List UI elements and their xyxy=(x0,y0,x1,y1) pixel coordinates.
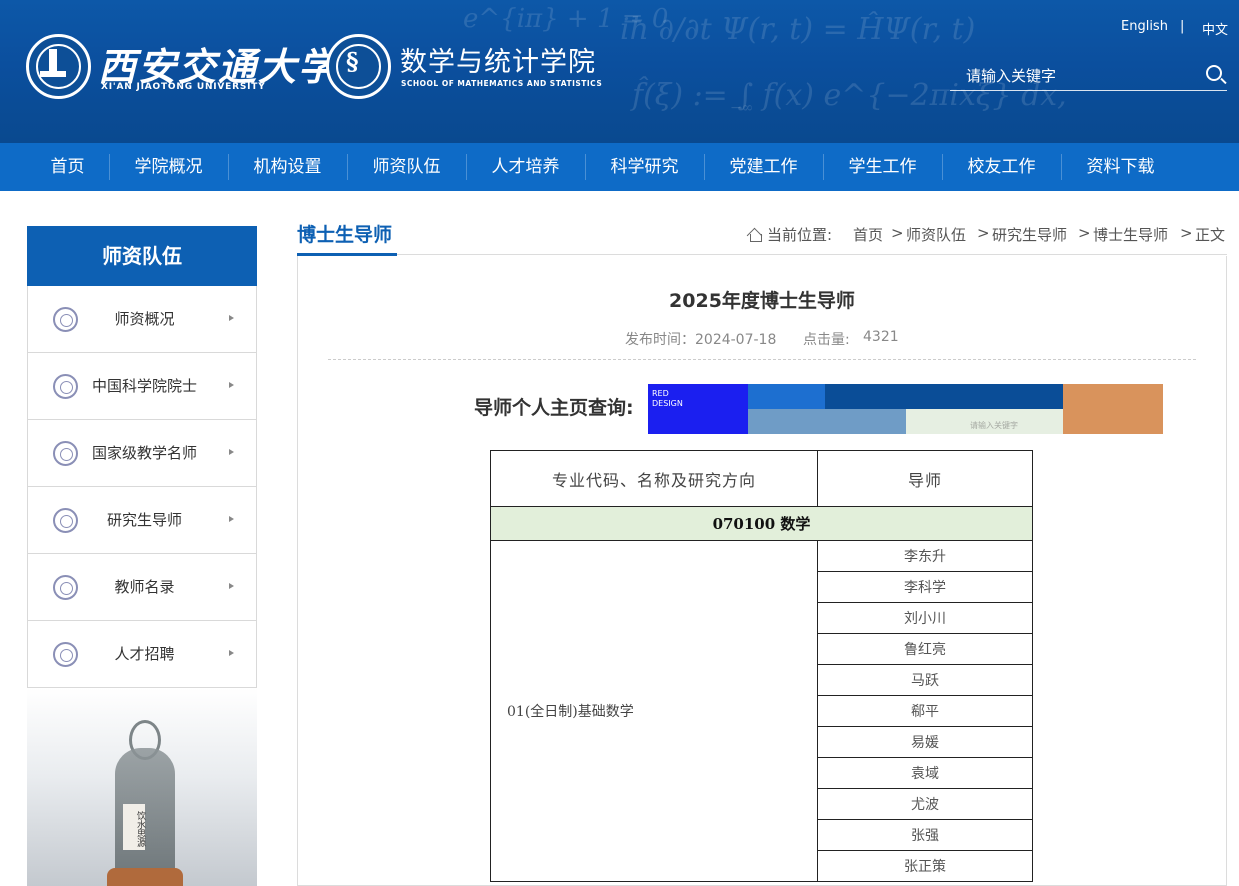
arrow-right-icon xyxy=(229,516,234,522)
direction-cell: 01(全日制)基础数学 xyxy=(490,540,818,882)
sidebar-item-label: 研究生导师 xyxy=(106,511,182,529)
supervisor-name[interactable]: 鲁红亮 xyxy=(817,633,1033,665)
breadcrumb-separator: > xyxy=(977,224,990,242)
table-header-direction: 专业代码、名称及研究方向 xyxy=(490,450,818,507)
search-box[interactable]: 请输入关键字 xyxy=(950,58,1227,91)
sidebar-item-label: 国家级教学名师 xyxy=(91,444,197,462)
arrow-right-icon xyxy=(229,650,234,656)
supervisor-name[interactable]: 郗平 xyxy=(817,695,1033,727)
supervisor-name[interactable]: 张正策 xyxy=(817,850,1033,882)
breadcrumb-doctoral-supervisors[interactable]: 博士生导师 xyxy=(1093,224,1168,245)
tower-plaque: 饮水思源 xyxy=(123,804,145,850)
home-icon xyxy=(748,228,762,242)
table-header-supervisor: 导师 xyxy=(817,450,1033,507)
breadcrumb-separator: > xyxy=(1078,224,1091,242)
nav-item-about[interactable]: 学院概况 xyxy=(109,143,228,191)
sidebar-item-graduate-supervisors[interactable]: 研究生导师 xyxy=(27,487,257,554)
sidebar-item-label: 教师名录 xyxy=(114,578,175,596)
sidebar-item-recruitment[interactable]: 人才招聘 xyxy=(27,621,257,688)
nav-item-research[interactable]: 科学研究 xyxy=(585,143,704,191)
sidebar-item-faculty-list[interactable]: 教师名录 xyxy=(27,554,257,621)
banner-block-brand: RED DESIGN xyxy=(648,384,748,434)
nav-item-organization[interactable]: 机构设置 xyxy=(228,143,347,191)
header-formula-limit: −∞ xyxy=(730,100,754,116)
arrow-right-icon xyxy=(229,583,234,589)
site-header: e^{iπ} + 1 = 0 iħ ∂/∂t Ψ(r, t) = ĤΨ(r, t… xyxy=(0,0,1239,143)
sidebar-item-academicians[interactable]: 中国科学院院士 xyxy=(27,353,257,420)
search-input[interactable]: 请输入关键字 xyxy=(966,65,1056,86)
breadcrumb-separator: > xyxy=(1180,224,1193,242)
supervisor-query-banner[interactable]: RED DESIGN 请输入关键字 xyxy=(648,384,1163,434)
breadcrumb-current: 正文 xyxy=(1195,226,1226,244)
xjtu-emblem-icon[interactable] xyxy=(26,34,91,99)
lang-chinese-link[interactable]: 中文 xyxy=(1202,19,1228,38)
supervisor-query-label: 导师个人主页查询: xyxy=(474,397,634,419)
table-row: 01(全日制)基础数学 李东升 xyxy=(490,540,1033,882)
supervisor-name[interactable]: 李科学 xyxy=(817,571,1033,603)
lang-english-link[interactable]: English xyxy=(1121,19,1168,34)
supervisor-name[interactable]: 尤波 xyxy=(817,788,1033,820)
article-divider xyxy=(328,359,1196,360)
banner-block xyxy=(748,384,825,409)
supervisor-name[interactable]: 刘小川 xyxy=(817,602,1033,634)
breadcrumb-prefix: 当前位置: xyxy=(767,226,833,244)
publish-date: 发布时间：2024-07-18 xyxy=(625,332,777,348)
main-nav: 首页 学院概况 机构设置 师资队伍 人才培养 科学研究 党建工作 学生工作 校友… xyxy=(0,143,1239,191)
banner-search-hint: 请输入关键字 xyxy=(970,421,1018,430)
subject-cell: 070100 数学 xyxy=(490,506,1033,541)
sidebar-item-label: 中国科学院院士 xyxy=(91,377,197,395)
section-title-active-bar xyxy=(297,253,397,256)
banner-text-line2: DESIGN xyxy=(652,399,683,408)
banner-text-line1: RED xyxy=(652,389,669,398)
supervisor-name[interactable]: 袁域 xyxy=(817,757,1033,789)
sidebar-item-label: 人才招聘 xyxy=(114,645,175,663)
nav-item-downloads[interactable]: 资料下载 xyxy=(1061,143,1180,191)
views-count: 4321 xyxy=(863,329,899,345)
sidebar-title: 师资队伍 xyxy=(27,226,257,286)
views-label: 点击量: xyxy=(803,332,850,348)
subject-row: 070100 数学 xyxy=(490,506,1033,541)
supervisor-name[interactable]: 李东升 xyxy=(817,540,1033,572)
breadcrumb-faculty[interactable]: 师资队伍 xyxy=(906,224,966,245)
tower-base xyxy=(107,868,183,886)
banner-block xyxy=(825,384,1063,409)
banner-block xyxy=(1063,384,1163,434)
arrow-right-icon xyxy=(229,382,234,388)
article-title: 2025年度博士生导师 xyxy=(669,290,855,312)
arrow-right-icon xyxy=(229,449,234,455)
nav-item-education[interactable]: 人才培养 xyxy=(466,143,585,191)
section-title-underline xyxy=(297,254,1227,255)
nav-item-alumni[interactable]: 校友工作 xyxy=(942,143,1061,191)
breadcrumb-graduate-supervisors[interactable]: 研究生导师 xyxy=(992,224,1067,245)
university-name-en: XI'AN JIAOTONG UNIVERSITY xyxy=(101,82,266,92)
breadcrumb-home[interactable]: 首页 xyxy=(853,224,883,245)
search-icon[interactable] xyxy=(1206,65,1222,81)
supervisor-name[interactable]: 张强 xyxy=(817,819,1033,851)
sidebar-item-national-teachers[interactable]: 国家级教学名师 xyxy=(27,420,257,487)
sidebar-item-label: 师资概况 xyxy=(114,310,175,328)
lang-separator: | xyxy=(1180,19,1185,34)
school-name-en: SCHOOL OF MATHEMATICS AND STATISTICS xyxy=(401,79,603,88)
header-formula-schrodinger: iħ ∂/∂t Ψ(r, t) = ĤΨ(r, t) xyxy=(620,12,976,47)
supervisor-table: 专业代码、名称及研究方向 导师 070100 数学 01(全日制)基础数学 李东… xyxy=(490,450,1033,882)
supervisor-name[interactable]: 马跃 xyxy=(817,664,1033,696)
nav-item-students[interactable]: 学生工作 xyxy=(823,143,942,191)
nav-item-faculty[interactable]: 师资队伍 xyxy=(347,143,466,191)
arrow-right-icon xyxy=(229,315,234,321)
sidebar-item-overview[interactable]: 师资概况 xyxy=(27,286,257,353)
supervisor-name[interactable]: 易媛 xyxy=(817,726,1033,758)
table-header-row: 专业代码、名称及研究方向 导师 xyxy=(490,450,1033,507)
section-title: 博士生导师 xyxy=(297,224,393,246)
banner-block xyxy=(748,409,906,434)
school-name[interactable]: 数学与统计学院 xyxy=(400,40,596,79)
campus-tower-photo: 饮水思源 xyxy=(27,688,257,886)
nav-item-party[interactable]: 党建工作 xyxy=(704,143,823,191)
school-emblem-icon[interactable]: § xyxy=(326,34,391,99)
breadcrumb-separator: > xyxy=(891,224,904,242)
